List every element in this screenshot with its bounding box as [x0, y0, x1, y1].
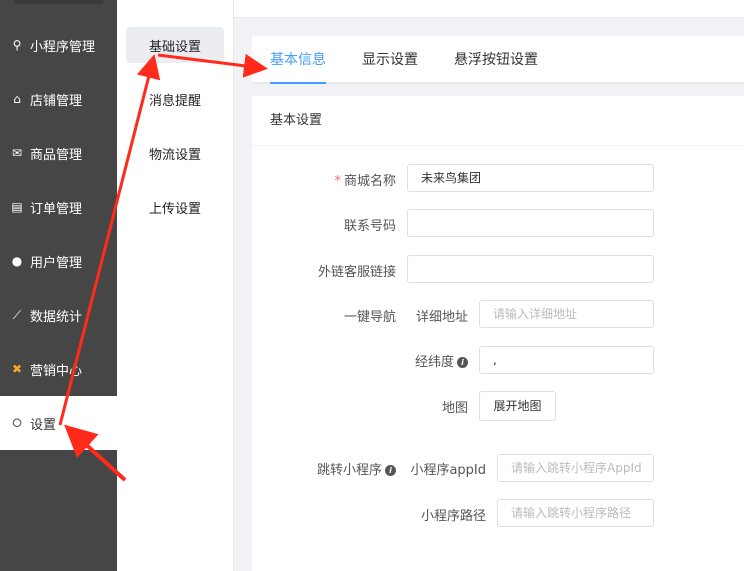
sidebar-item-store[interactable]: ⌂ 店铺管理: [0, 72, 117, 126]
info-icon: i: [457, 357, 468, 368]
link-icon: ⚲: [12, 38, 22, 52]
expand-map-button[interactable]: 展开地图: [479, 391, 556, 421]
sidebar-item-label: 用户管理: [30, 255, 83, 271]
chart-icon: ⟋: [12, 307, 22, 322]
sidebar-item-marketing[interactable]: ✖ 营销中心: [0, 342, 117, 396]
latlng-input[interactable]: ,: [479, 346, 654, 374]
top-bar: [234, 0, 744, 18]
logo-area: [14, 0, 104, 4]
jump-miniprogram-label: 跳转小程序 i: [317, 459, 396, 478]
marketing-icon: ✖: [11, 362, 23, 376]
shop-name-label: * 商城名称: [334, 174, 396, 189]
goods-icon: ✉: [11, 146, 23, 160]
service-link-label: 外链客服链接: [317, 265, 396, 280]
submenu: 基础设置 消息提醒 物流设置 上传设置: [117, 0, 234, 571]
sidebar-item-label: 订单管理: [30, 201, 83, 217]
latlng-label: 经纬度 i: [415, 351, 468, 370]
path-input[interactable]: 请输入跳转小程序路径: [497, 499, 654, 527]
appid-input[interactable]: 请输入跳转小程序AppId: [497, 454, 654, 482]
order-icon: ▤: [11, 200, 23, 214]
tab-float-button[interactable]: 悬浮按钮设置: [454, 36, 538, 82]
sidebar-item-label: 营销中心: [30, 363, 83, 379]
sidebar-item-stats[interactable]: ⟋ 数据统计: [0, 288, 117, 342]
sidebar-item-users[interactable]: ● 用户管理: [0, 234, 117, 288]
submenu-message-reminder[interactable]: 消息提醒: [126, 81, 224, 117]
form-card: 基本设置 * 商城名称 未来鸟集团 联系号码 外链客服链接 一键导航 详细地址 请…: [252, 96, 744, 571]
sidebar-item-label: 数据统计: [30, 309, 83, 325]
store-icon: ⌂: [13, 92, 21, 106]
address-input[interactable]: 请输入详细地址: [479, 300, 654, 328]
sidebar: ⚲ 小程序管理 ⌂ 店铺管理 ✉ 商品管理 ▤ 订单管理 ● 用户管理 ⟋ 数据统计 ✖ 营销…: [0, 0, 117, 571]
submenu-logistics[interactable]: 物流设置: [126, 135, 224, 171]
appid-label: 小程序appId: [410, 463, 486, 478]
map-label: 地图: [441, 401, 468, 416]
sidebar-item-label: 设置: [30, 417, 57, 433]
tab-basic-info[interactable]: 基本信息: [270, 36, 326, 84]
path-label: 小程序路径: [420, 509, 486, 524]
service-link-input[interactable]: [407, 255, 654, 283]
phone-label: 联系号码: [343, 219, 396, 234]
section-title: 基本设置: [252, 96, 744, 146]
submenu-basic-settings[interactable]: 基础设置: [126, 27, 224, 63]
submenu-upload[interactable]: 上传设置: [126, 189, 224, 225]
navigation-label: 一键导航: [343, 310, 396, 325]
gear-icon: ⭘: [12, 415, 22, 430]
tab-display-settings[interactable]: 显示设置: [362, 36, 418, 82]
sidebar-item-label: 店铺管理: [30, 93, 83, 109]
sidebar-item-settings[interactable]: ⭘ 设置: [0, 396, 117, 450]
info-icon: i: [385, 465, 396, 476]
tab-bar: 基本信息 显示设置 悬浮按钮设置: [252, 36, 744, 84]
sidebar-item-miniprogram[interactable]: ⚲ 小程序管理: [0, 18, 117, 72]
phone-input[interactable]: [407, 209, 654, 237]
sidebar-item-orders[interactable]: ▤ 订单管理: [0, 180, 117, 234]
address-label: 详细地址: [415, 310, 468, 325]
sidebar-item-label: 小程序管理: [30, 39, 96, 55]
user-icon: ●: [11, 254, 23, 268]
shop-name-input[interactable]: 未来鸟集团: [407, 164, 654, 192]
sidebar-item-goods[interactable]: ✉ 商品管理: [0, 126, 117, 180]
sidebar-item-label: 商品管理: [30, 147, 83, 163]
